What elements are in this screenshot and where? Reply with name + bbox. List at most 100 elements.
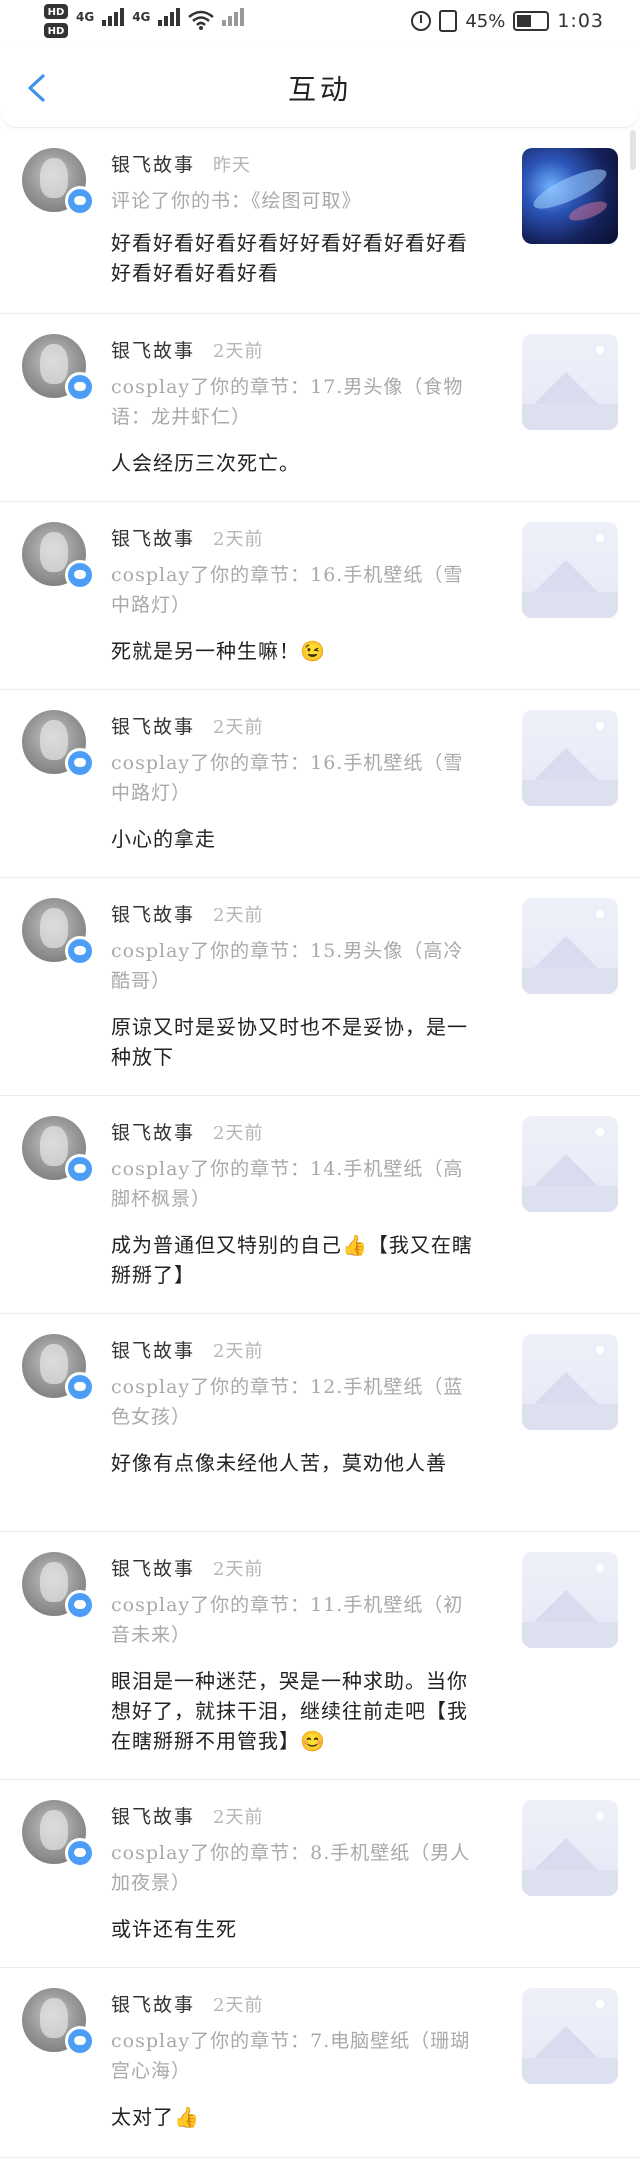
signal-icon-3 [222, 8, 245, 26]
hd-badge-2: HD [44, 23, 68, 38]
thumbnail-placeholder[interactable] [522, 710, 618, 806]
list-item[interactable]: 银飞故事 昨天 评论了你的书：《绘图可取》 好看好看好看好看好好看好看好看好看好看… [0, 128, 640, 314]
item-time: 2天前 [213, 1341, 264, 1362]
thumbnail-placeholder[interactable] [522, 522, 618, 618]
list-item[interactable]: 银飞故事 2天前 cosplay了你的章节：14.手机壁纸（高脚杯枫景） 成为普通… [0, 1096, 640, 1314]
moon-icon [596, 1812, 604, 1820]
thumbnail-placeholder[interactable] [522, 1116, 618, 1212]
list-item[interactable]: 银飞故事 2天前 cosplay了你的章节：17.男头像（食物语：龙井虾仁） 人会… [0, 314, 640, 502]
user-name[interactable]: 银飞故事 [111, 154, 195, 176]
list-item[interactable]: 银飞故事 2天前 cosplay了你的章节：7.电脑壁纸（珊瑚宫心海） 太对了👍 [0, 1968, 640, 2158]
item-meta: 银飞故事 昨天 [111, 150, 251, 177]
user-name[interactable]: 银飞故事 [111, 1558, 195, 1580]
thumbnail-placeholder[interactable] [522, 1988, 618, 2084]
signal-icon-1 [102, 8, 125, 26]
hd-indicators: HD HD [44, 4, 68, 38]
item-time: 2天前 [213, 1807, 264, 1828]
item-meta: 银飞故事 2天前 [111, 1336, 263, 1363]
comment-badge-icon [65, 372, 95, 402]
item-comment: 原谅又时是妥协又时也不是妥协，是一种放下 [111, 1015, 468, 1069]
item-source[interactable]: cosplay了你的章节：14.手机壁纸（高脚杯枫景） [111, 1154, 481, 1214]
item-source[interactable]: cosplay了你的章节：16.手机壁纸（雪中路灯） [111, 748, 481, 808]
page-title: 互动 [287, 73, 352, 106]
battery-percent: 45% [465, 10, 506, 32]
item-comment: 死就是另一种生嘛！😉 [111, 639, 326, 663]
user-name[interactable]: 银飞故事 [111, 528, 195, 550]
item-time: 2天前 [213, 905, 264, 926]
thumbnail-placeholder[interactable] [522, 898, 618, 994]
item-comment: 或许还有生死 [111, 1917, 237, 1941]
list-item[interactable]: 银飞故事 2天前 cosplay了你的章节：16.手机壁纸（雪中路灯） 小心的拿走 [0, 690, 640, 878]
signal-icon-2 [158, 8, 181, 26]
comment-badge-icon [65, 1154, 95, 1184]
item-time: 2天前 [213, 717, 264, 738]
wifi-icon [188, 10, 215, 30]
thumbnail-image[interactable] [522, 148, 618, 244]
status-left: HD HD 4G 4G [44, 4, 245, 38]
user-name[interactable]: 银飞故事 [111, 340, 195, 362]
comment-badge-icon [65, 560, 95, 590]
comment-badge-icon [65, 936, 95, 966]
thumbnail-placeholder[interactable] [522, 1334, 618, 1430]
user-name[interactable]: 银飞故事 [111, 1806, 195, 1828]
item-comment: 好看好看好看好看好好看好看好看好看好看好看好看好看 [111, 231, 468, 285]
network-type-2: 4G [132, 10, 151, 24]
item-source[interactable]: cosplay了你的章节：12.手机壁纸（蓝色女孩） [111, 1372, 481, 1432]
item-comment: 小心的拿走 [111, 827, 216, 851]
thumbnail-placeholder[interactable] [522, 334, 618, 430]
moon-icon [596, 910, 604, 918]
list-item[interactable]: 银飞故事 2天前 cosplay了你的章节：12.手机壁纸（蓝色女孩） 好像有点像… [0, 1314, 640, 1532]
user-name[interactable]: 银飞故事 [111, 1994, 195, 2016]
user-name[interactable]: 银飞故事 [111, 716, 195, 738]
comment-badge-icon [65, 1838, 95, 1868]
comment-badge-icon [65, 186, 95, 216]
moon-icon [596, 534, 604, 542]
status-right: 45% 1:03 [411, 10, 604, 32]
item-meta: 银飞故事 2天前 [111, 336, 263, 363]
network-type-1: 4G [76, 10, 95, 24]
item-time: 2天前 [213, 1123, 264, 1144]
item-meta: 银飞故事 2天前 [111, 1802, 263, 1829]
item-source[interactable]: cosplay了你的章节：11.手机壁纸（初音未来） [111, 1590, 481, 1650]
item-meta: 银飞故事 2天前 [111, 1118, 263, 1145]
item-time: 2天前 [213, 1559, 264, 1580]
moon-icon [596, 346, 604, 354]
item-meta: 银飞故事 2天前 [111, 1554, 263, 1581]
moon-icon [596, 2000, 604, 2008]
item-meta: 银飞故事 2天前 [111, 900, 263, 927]
list-item[interactable]: 银飞故事 2天前 cosplay了你的章节：15.男头像（高冷酷哥） 原谅又时是妥… [0, 878, 640, 1096]
user-name[interactable]: 银飞故事 [111, 1340, 195, 1362]
comment-badge-icon [65, 1372, 95, 1402]
user-name[interactable]: 银飞故事 [111, 1122, 195, 1144]
hd-badge-1: HD [44, 4, 68, 19]
item-source[interactable]: cosplay了你的章节：7.电脑壁纸（珊瑚宫心海） [111, 2026, 481, 2086]
list-item[interactable]: 银飞故事 2天前 cosplay了你的章节：8.手机壁纸（男人加夜景） 或许还有生… [0, 1780, 640, 1968]
item-source[interactable]: cosplay了你的章节：8.手机壁纸（男人加夜景） [111, 1838, 481, 1898]
moon-icon [596, 1346, 604, 1354]
thumbnail-placeholder[interactable] [522, 1800, 618, 1896]
header-bar: 互动 [0, 48, 640, 128]
list-item[interactable]: 银飞故事 2天前 cosplay了你的章节：11.手机壁纸（初音未来） 眼泪是一种… [0, 1532, 640, 1780]
comment-badge-icon [65, 748, 95, 778]
item-source[interactable]: 评论了你的书：《绘图可取》 [111, 186, 481, 216]
item-source[interactable]: cosplay了你的章节：15.男头像（高冷酷哥） [111, 936, 481, 996]
list-item[interactable]: 银飞故事 2天前 cosplay了你的章节：16.手机壁纸（雪中路灯） 死就是另一… [0, 502, 640, 690]
item-time: 2天前 [213, 341, 264, 362]
item-source[interactable]: cosplay了你的章节：17.男头像（食物语：龙井虾仁） [111, 372, 481, 432]
item-comment: 太对了👍 [111, 2105, 200, 2129]
item-meta: 银飞故事 2天前 [111, 1990, 263, 2017]
comment-badge-icon [65, 1590, 95, 1620]
battery-icon [513, 11, 550, 31]
moon-icon [596, 1128, 604, 1136]
item-time: 2天前 [213, 1995, 264, 2016]
interaction-list: 银飞故事 昨天 评论了你的书：《绘图可取》 好看好看好看好看好好看好看好看好看好看… [0, 128, 640, 2158]
comment-badge-icon [65, 2026, 95, 2056]
thumbnail-placeholder[interactable] [522, 1552, 618, 1648]
status-bar: HD HD 4G 4G 45% 1:03 [0, 0, 640, 48]
item-comment: 人会经历三次死亡。 [111, 451, 300, 475]
item-time: 2天前 [213, 529, 264, 550]
item-source[interactable]: cosplay了你的章节：16.手机壁纸（雪中路灯） [111, 560, 481, 620]
user-name[interactable]: 银飞故事 [111, 904, 195, 926]
item-meta: 银飞故事 2天前 [111, 712, 263, 739]
item-meta: 银飞故事 2天前 [111, 524, 263, 551]
